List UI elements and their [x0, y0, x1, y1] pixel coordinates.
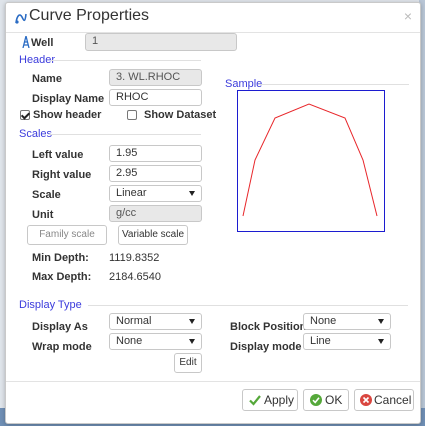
cancel-label: Cancel: [374, 393, 412, 407]
wrap-mode-value: None: [116, 335, 143, 347]
ok-check-icon: [310, 394, 322, 406]
block-position-label: Block Position: [230, 321, 307, 333]
block-position-select[interactable]: None: [303, 313, 391, 330]
check-icon: [249, 395, 261, 406]
ok-label: OK: [325, 393, 343, 407]
show-dataset-label: Show Dataset: [144, 109, 217, 121]
display-type-section-title: Display Type: [19, 299, 82, 311]
chevron-down-icon: [378, 339, 384, 344]
header-section-title: Header: [19, 54, 56, 66]
family-scale-button[interactable]: Family scale: [27, 225, 107, 245]
unit-value: g/cc: [116, 207, 137, 219]
show-dataset-checkbox[interactable]: [127, 110, 137, 120]
dialog-titlebar: Curve Properties ×: [6, 3, 420, 33]
display-as-value: Normal: [116, 315, 152, 327]
sample-preview: [237, 90, 385, 232]
variable-scale-button[interactable]: Variable scale: [118, 225, 188, 245]
display-name-field[interactable]: RHOC: [109, 89, 202, 106]
max-depth-value: 2184.6540: [109, 271, 161, 283]
close-icon[interactable]: ×: [404, 8, 412, 24]
right-value: 2.95: [116, 167, 138, 179]
well-icon: [22, 36, 30, 48]
name-label: Name: [32, 73, 62, 85]
display-name-label: Display Name: [32, 93, 105, 105]
scales-divider: [49, 134, 201, 135]
scales-section-title: Scales: [19, 128, 53, 140]
left-value-field[interactable]: 1.95: [109, 145, 202, 162]
display-mode-label: Display mode: [230, 341, 302, 353]
block-position-value: None: [310, 315, 337, 327]
well-label: Well: [31, 37, 54, 49]
unit-label: Unit: [32, 209, 54, 221]
chevron-down-icon: [189, 339, 195, 344]
max-depth-label: Max Depth:: [32, 271, 92, 283]
edit-button[interactable]: Edit: [174, 353, 202, 373]
name-field[interactable]: 3. WL.RHOC: [109, 69, 202, 86]
apply-button[interactable]: Apply: [242, 389, 298, 411]
apply-label: Apply: [264, 393, 295, 407]
chevron-down-icon: [189, 319, 195, 324]
show-header-checkbox[interactable]: [20, 110, 30, 120]
cancel-button[interactable]: Cancel: [354, 389, 414, 411]
sample-section-title: Sample: [225, 78, 263, 90]
display-mode-value: Line: [310, 335, 331, 347]
left-value-label: Left value: [32, 149, 84, 161]
wrap-mode-select[interactable]: None: [109, 333, 202, 350]
scale-value: Linear: [116, 187, 147, 199]
curve-icon: [15, 13, 27, 24]
display-as-select[interactable]: Normal: [109, 313, 202, 330]
display-type-divider: [88, 305, 408, 306]
curve-properties-dialog: Curve Properties × Well 1 Header Name 3.…: [5, 2, 421, 424]
wrap-mode-label: Wrap mode: [32, 341, 92, 353]
display-mode-select[interactable]: Line: [303, 333, 391, 350]
unit-field[interactable]: g/cc: [109, 205, 202, 222]
cancel-icon: [360, 394, 372, 406]
left-value: 1.95: [116, 147, 138, 159]
show-header-label: Show header: [33, 109, 102, 121]
name-value: 3. WL.RHOC: [116, 71, 181, 83]
sample-border: [237, 90, 385, 232]
right-value-field[interactable]: 2.95: [109, 165, 202, 182]
right-value-label: Right value: [32, 169, 92, 181]
dialog-title: Curve Properties: [29, 7, 150, 24]
header-divider: [51, 60, 201, 61]
scale-label: Scale: [32, 189, 61, 201]
min-depth-label: Min Depth:: [32, 252, 89, 264]
chevron-down-icon: [378, 319, 384, 324]
footer-divider: [6, 381, 420, 382]
scale-select[interactable]: Linear: [109, 185, 202, 202]
well-field[interactable]: 1: [85, 33, 237, 51]
sample-divider: [259, 84, 409, 85]
chevron-down-icon: [189, 191, 195, 196]
min-depth-value: 1119.8352: [109, 252, 160, 264]
well-value: 1: [92, 35, 99, 47]
display-name-value: RHOC: [116, 91, 149, 103]
ok-button[interactable]: OK: [303, 389, 349, 411]
display-as-label: Display As: [32, 321, 88, 333]
